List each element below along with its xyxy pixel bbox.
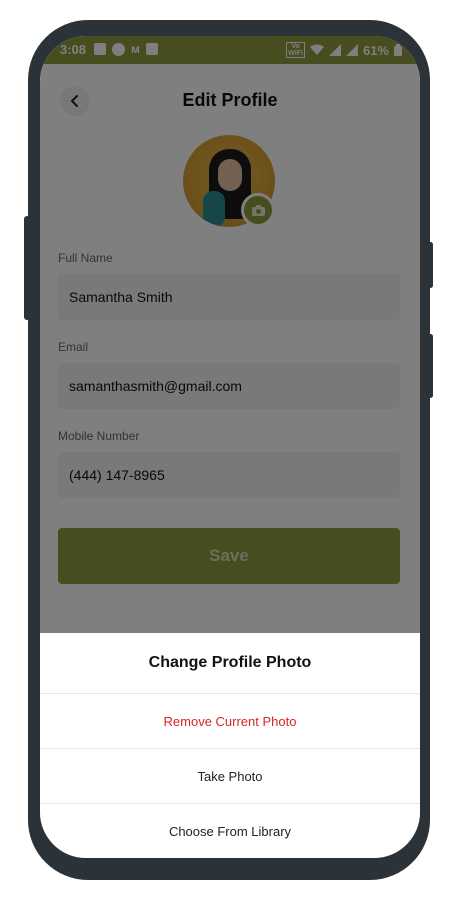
screen: 3:08 ᴍ VoWiFi 61% Edit Profile [40,36,420,858]
remove-photo-button[interactable]: Remove Current Photo [40,694,420,749]
power-button [428,242,433,288]
action-sheet-title: Change Profile Photo [40,633,420,694]
action-sheet: Change Profile Photo Remove Current Phot… [40,633,420,858]
side-button [428,334,433,398]
take-photo-button[interactable]: Take Photo [40,749,420,804]
volume-button [24,216,30,320]
choose-from-library-button[interactable]: Choose From Library [40,804,420,858]
